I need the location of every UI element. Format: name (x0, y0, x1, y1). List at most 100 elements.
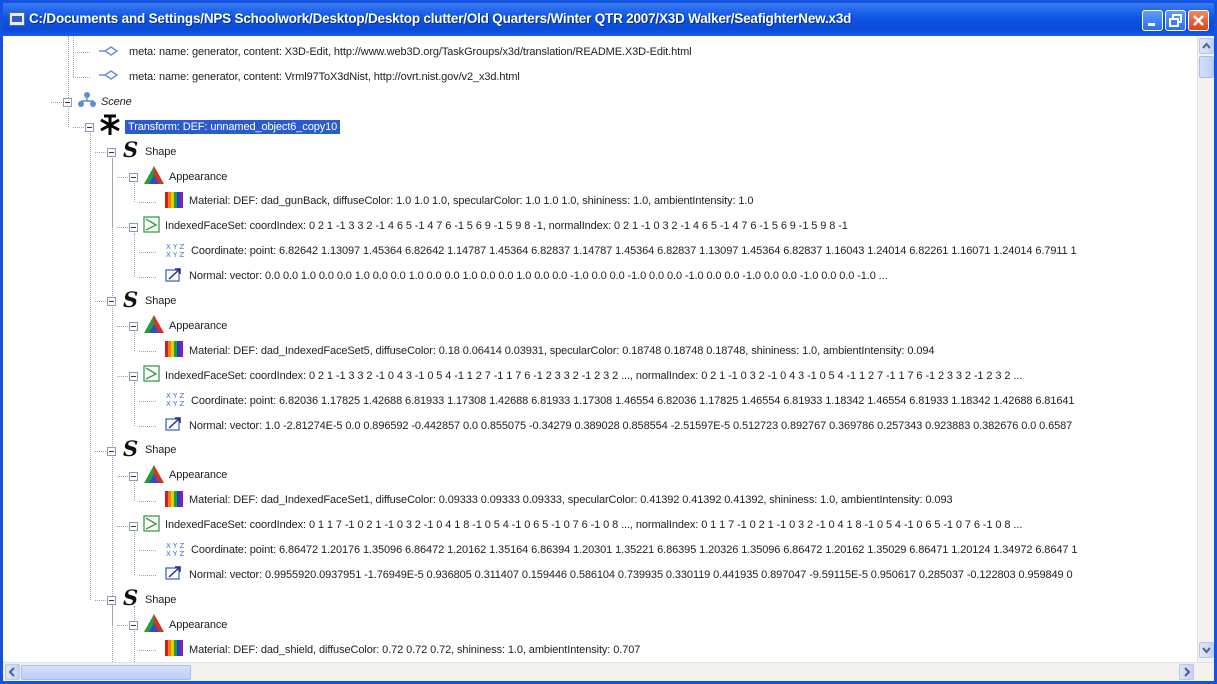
material-icon (165, 341, 185, 360)
node-label: Shape (145, 145, 177, 158)
collapse-toggle[interactable] (129, 372, 138, 382)
svg-text:X Y Z: X Y Z (166, 251, 185, 258)
normal-node[interactable]: Normal: vector: 0.0 0.0 1.0 0.0 0.0 1.0 … (165, 264, 888, 288)
tree-guide-line (139, 650, 156, 652)
tree-guide-line (73, 77, 90, 79)
meta-icon (99, 69, 125, 84)
meta-node[interactable]: meta: name: generator, content: X3D-Edit… (99, 40, 692, 64)
tree-guide-line (73, 36, 74, 78)
node-label: meta: name: generator, content: Vrml97To… (129, 70, 520, 83)
node-label: IndexedFaceSet: coordIndex: 0 2 1 -1 3 3… (165, 369, 1023, 382)
title-bar[interactable]: C:/Documents and Settings/NPS Schoolwork… (3, 3, 1214, 36)
collapse-toggle[interactable] (107, 297, 116, 307)
tree-guide-line (134, 606, 135, 662)
node-label: meta: name: generator, content: X3D-Edit… (129, 46, 692, 58)
material-node[interactable]: Material: DEF: dad_IndexedFaceSet5, diff… (165, 339, 935, 363)
material-node[interactable]: Material: DEF: dad_shield, diffuseColor:… (165, 638, 640, 662)
appearance-node[interactable]: Appearance (143, 165, 227, 189)
material-icon (165, 640, 185, 659)
svg-text:X Y Z: X Y Z (166, 400, 185, 407)
svg-text:X Y Z: X Y Z (166, 243, 185, 251)
coordinate-icon: X Y ZX Y Z (165, 541, 187, 560)
normal-icon (165, 416, 185, 435)
coordinate-node[interactable]: X Y ZX Y Z Coordinate: point: 6.86472 1.2… (165, 538, 1077, 562)
material-icon (165, 191, 185, 211)
app-icon[interactable] (9, 12, 25, 26)
indexedfaceset-icon (143, 216, 161, 237)
appearance-node[interactable]: Appearance (143, 314, 227, 338)
shape-node[interactable]: S Shape (121, 287, 176, 314)
material-icon (165, 490, 185, 510)
scroll-down-button[interactable] (1199, 642, 1214, 658)
appearance-node[interactable]: Appearance (143, 463, 227, 487)
tree-guide-line (134, 232, 135, 277)
tree-guide-line (139, 575, 156, 577)
appearance-icon (143, 165, 165, 188)
collapse-toggle[interactable] (107, 148, 116, 158)
node-label: Appearance (169, 170, 228, 183)
appearance-node[interactable]: Appearance (143, 613, 227, 637)
vertical-scroll-thumb[interactable] (1199, 56, 1214, 78)
tree-guide-line (73, 52, 90, 54)
scroll-left-button[interactable] (5, 664, 20, 680)
indexedfaceset-node[interactable]: IndexedFaceSet: coordIndex: 0 2 1 -1 3 3… (143, 364, 1022, 388)
shape-node[interactable]: S Shape (121, 137, 177, 164)
collapse-toggle[interactable] (107, 596, 116, 606)
node-label: Coordinate: point: 6.86472 1.20176 1.350… (191, 544, 1078, 556)
indexedfaceset-node[interactable]: IndexedFaceSet: coordIndex: 0 2 1 -1 3 3… (143, 214, 848, 238)
collapse-toggle[interactable] (85, 123, 94, 133)
transform-node[interactable]: Transform: DEF: unnamed_object6_copy10 (99, 114, 341, 139)
scroll-up-button[interactable] (1199, 38, 1214, 54)
node-label: Material: DEF: dad_shield, diffuseColor:… (189, 643, 641, 656)
material-node[interactable]: Material: DEF: dad_IndexedFaceSet1, diff… (165, 488, 953, 512)
horizontal-scroll-thumb[interactable] (21, 665, 191, 680)
close-button[interactable] (1188, 10, 1209, 31)
collapse-toggle[interactable] (129, 621, 138, 631)
material-node[interactable]: Material: DEF: dad_gunBack, diffuseColor… (165, 189, 754, 213)
shape-icon: S (121, 287, 141, 314)
svg-text:X Y Z: X Y Z (166, 550, 185, 557)
meta-icon (99, 45, 125, 60)
node-label: Transform: DEF: unnamed_object6_copy10 (125, 119, 341, 134)
svg-text:X Y Z: X Y Z (166, 392, 185, 400)
collapse-toggle[interactable] (107, 446, 116, 456)
node-label: Coordinate: point: 6.82036 1.17825 1.426… (191, 394, 1075, 407)
indexedfaceset-icon (143, 365, 161, 386)
coordinate-node[interactable]: X Y ZX Y Z Coordinate: point: 6.82642 1.1… (165, 239, 1077, 263)
node-label: Shape (145, 593, 177, 606)
tree-guide-line (134, 332, 135, 352)
normal-node[interactable]: Normal: vector: 1.0 -2.81274E-5 0.0 0.89… (165, 414, 1072, 438)
vertical-scrollbar[interactable] (1197, 36, 1214, 662)
tree-guide-line (68, 36, 69, 103)
transform-icon (99, 114, 121, 139)
tree-guide-line (139, 251, 156, 253)
collapse-toggle[interactable] (129, 172, 138, 182)
svg-text:S: S (123, 289, 138, 311)
tree-guide-line (139, 351, 156, 353)
svg-text:S: S (123, 139, 138, 161)
svg-text:X Y Z: X Y Z (166, 542, 185, 550)
coordinate-node[interactable]: X Y ZX Y Z Coordinate: point: 6.82036 1.1… (165, 389, 1074, 413)
shape-node[interactable]: S Shape (121, 436, 176, 462)
collapse-toggle[interactable] (129, 222, 138, 232)
appearance-icon (143, 314, 165, 337)
indexedfaceset-node[interactable]: IndexedFaceSet: coordIndex: 0 1 1 7 -1 0… (143, 513, 1022, 537)
restore-button[interactable] (1165, 10, 1186, 31)
scene-node[interactable]: Scene (77, 90, 132, 114)
minimize-button[interactable] (1142, 10, 1163, 31)
svg-text:S: S (123, 438, 138, 460)
normal-node[interactable]: Normal: vector: 0.9955920.0937951 -1.769… (165, 563, 1073, 587)
x3d-tree-view[interactable]: meta: name: generator, content: X3D-Edit… (3, 36, 1197, 662)
horizontal-scrollbar[interactable] (3, 662, 1214, 681)
collapse-toggle[interactable] (129, 521, 138, 531)
shape-node[interactable]: S Shape (121, 585, 177, 612)
collapse-toggle[interactable] (129, 471, 138, 481)
collapse-toggle[interactable] (63, 98, 72, 108)
node-label: Normal: vector: 1.0 -2.81274E-5 0.0 0.89… (189, 419, 1073, 432)
tree-guide-line (134, 382, 135, 426)
node-label: Coordinate: point: 6.82642 1.13097 1.453… (191, 245, 1077, 258)
shape-icon: S (121, 137, 141, 164)
scroll-right-button[interactable] (1179, 664, 1194, 680)
collapse-toggle[interactable] (129, 322, 138, 332)
meta-node[interactable]: meta: name: generator, content: Vrml97To… (99, 65, 520, 89)
